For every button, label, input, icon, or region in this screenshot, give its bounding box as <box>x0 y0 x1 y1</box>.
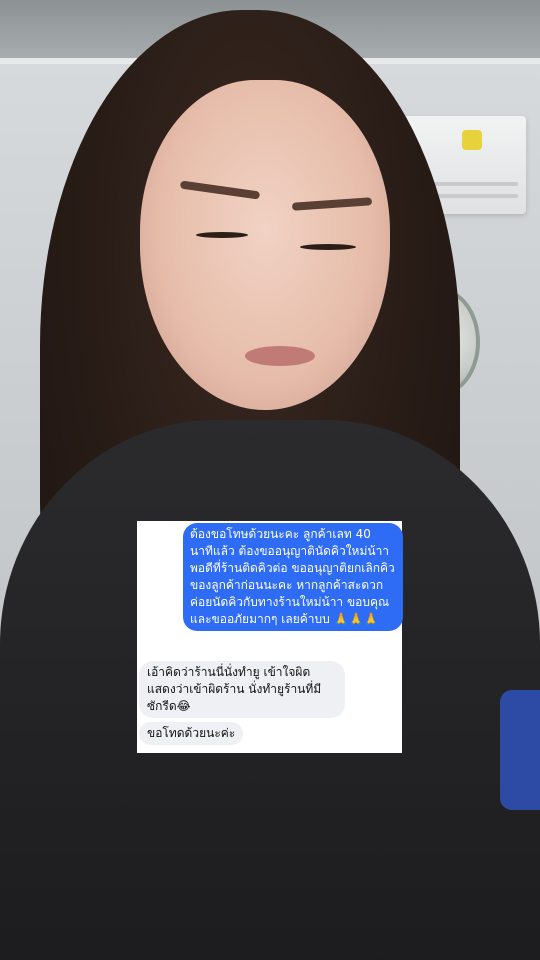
incoming-message-bubble: เอ้าคิดว่าร้านนี่นั่งทำยู เข้าใจผิด แสดง… <box>139 661 345 718</box>
video-background <box>0 0 540 960</box>
ac-logo-badge <box>462 130 482 150</box>
left-eye <box>196 232 248 238</box>
incoming-message-bubble: ขอโทดด้วยนะค่ะ <box>139 722 244 745</box>
outgoing-message-bubble: ต้องขอโทษด้วยนะคะ ลูกค้าเลท 40 นาทีแล้ว … <box>183 523 403 631</box>
chat-screenshot-overlay: ต้องขอโทษด้วยนะคะ ลูกค้าเลท 40 นาทีแล้ว … <box>137 521 403 753</box>
lips <box>245 346 315 366</box>
right-eye <box>300 244 356 250</box>
blue-cloth <box>500 690 540 810</box>
